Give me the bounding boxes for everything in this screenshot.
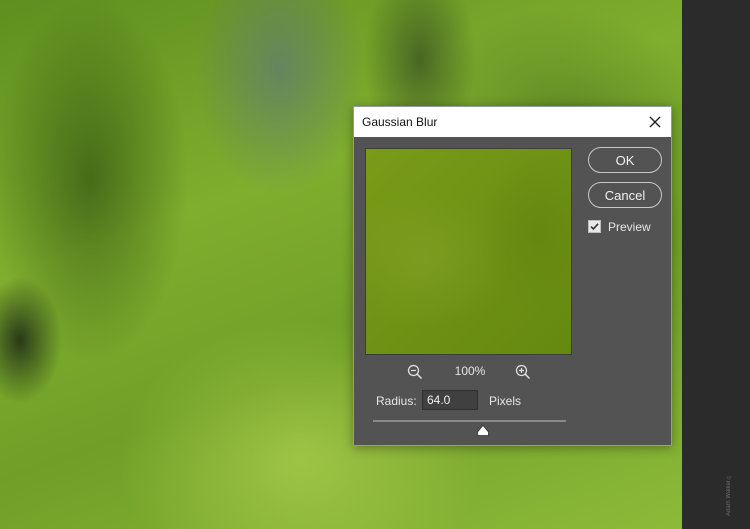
dialog-titlebar[interactable]: Gaussian Blur	[354, 107, 671, 137]
zoom-in-button[interactable]	[514, 363, 532, 381]
triangle-thumb-icon	[477, 424, 489, 436]
radius-slider-thumb[interactable]	[477, 423, 489, 436]
radius-label: Radius:	[376, 394, 417, 408]
radius-input[interactable]	[422, 390, 478, 410]
close-button[interactable]	[643, 110, 667, 134]
ok-button[interactable]: OK	[588, 147, 662, 173]
radius-slider-track[interactable]	[373, 420, 566, 422]
preview-checkbox[interactable]	[588, 220, 601, 233]
blur-preview-area[interactable]	[365, 148, 572, 355]
blurred-photo-canvas: Adam Walker © Gaussian Blur 100% Radius:…	[0, 0, 750, 529]
radius-unit-label: Pixels	[489, 394, 522, 408]
cancel-button[interactable]: Cancel	[588, 182, 662, 208]
zoom-level-text: 100%	[454, 364, 486, 378]
panel-caption: Adam Walker ©	[726, 476, 732, 516]
checkmark-icon	[590, 223, 599, 231]
close-icon	[649, 116, 661, 128]
zoom-out-button[interactable]	[406, 363, 424, 381]
dialog-title: Gaussian Blur	[362, 115, 438, 129]
gaussian-blur-dialog: Gaussian Blur 100% Radius: 64.0 Pixels O…	[353, 106, 672, 446]
right-side-panel	[682, 0, 750, 529]
preview-label: Preview	[608, 220, 651, 234]
zoom-in-icon	[515, 364, 531, 380]
zoom-out-icon	[407, 364, 423, 380]
